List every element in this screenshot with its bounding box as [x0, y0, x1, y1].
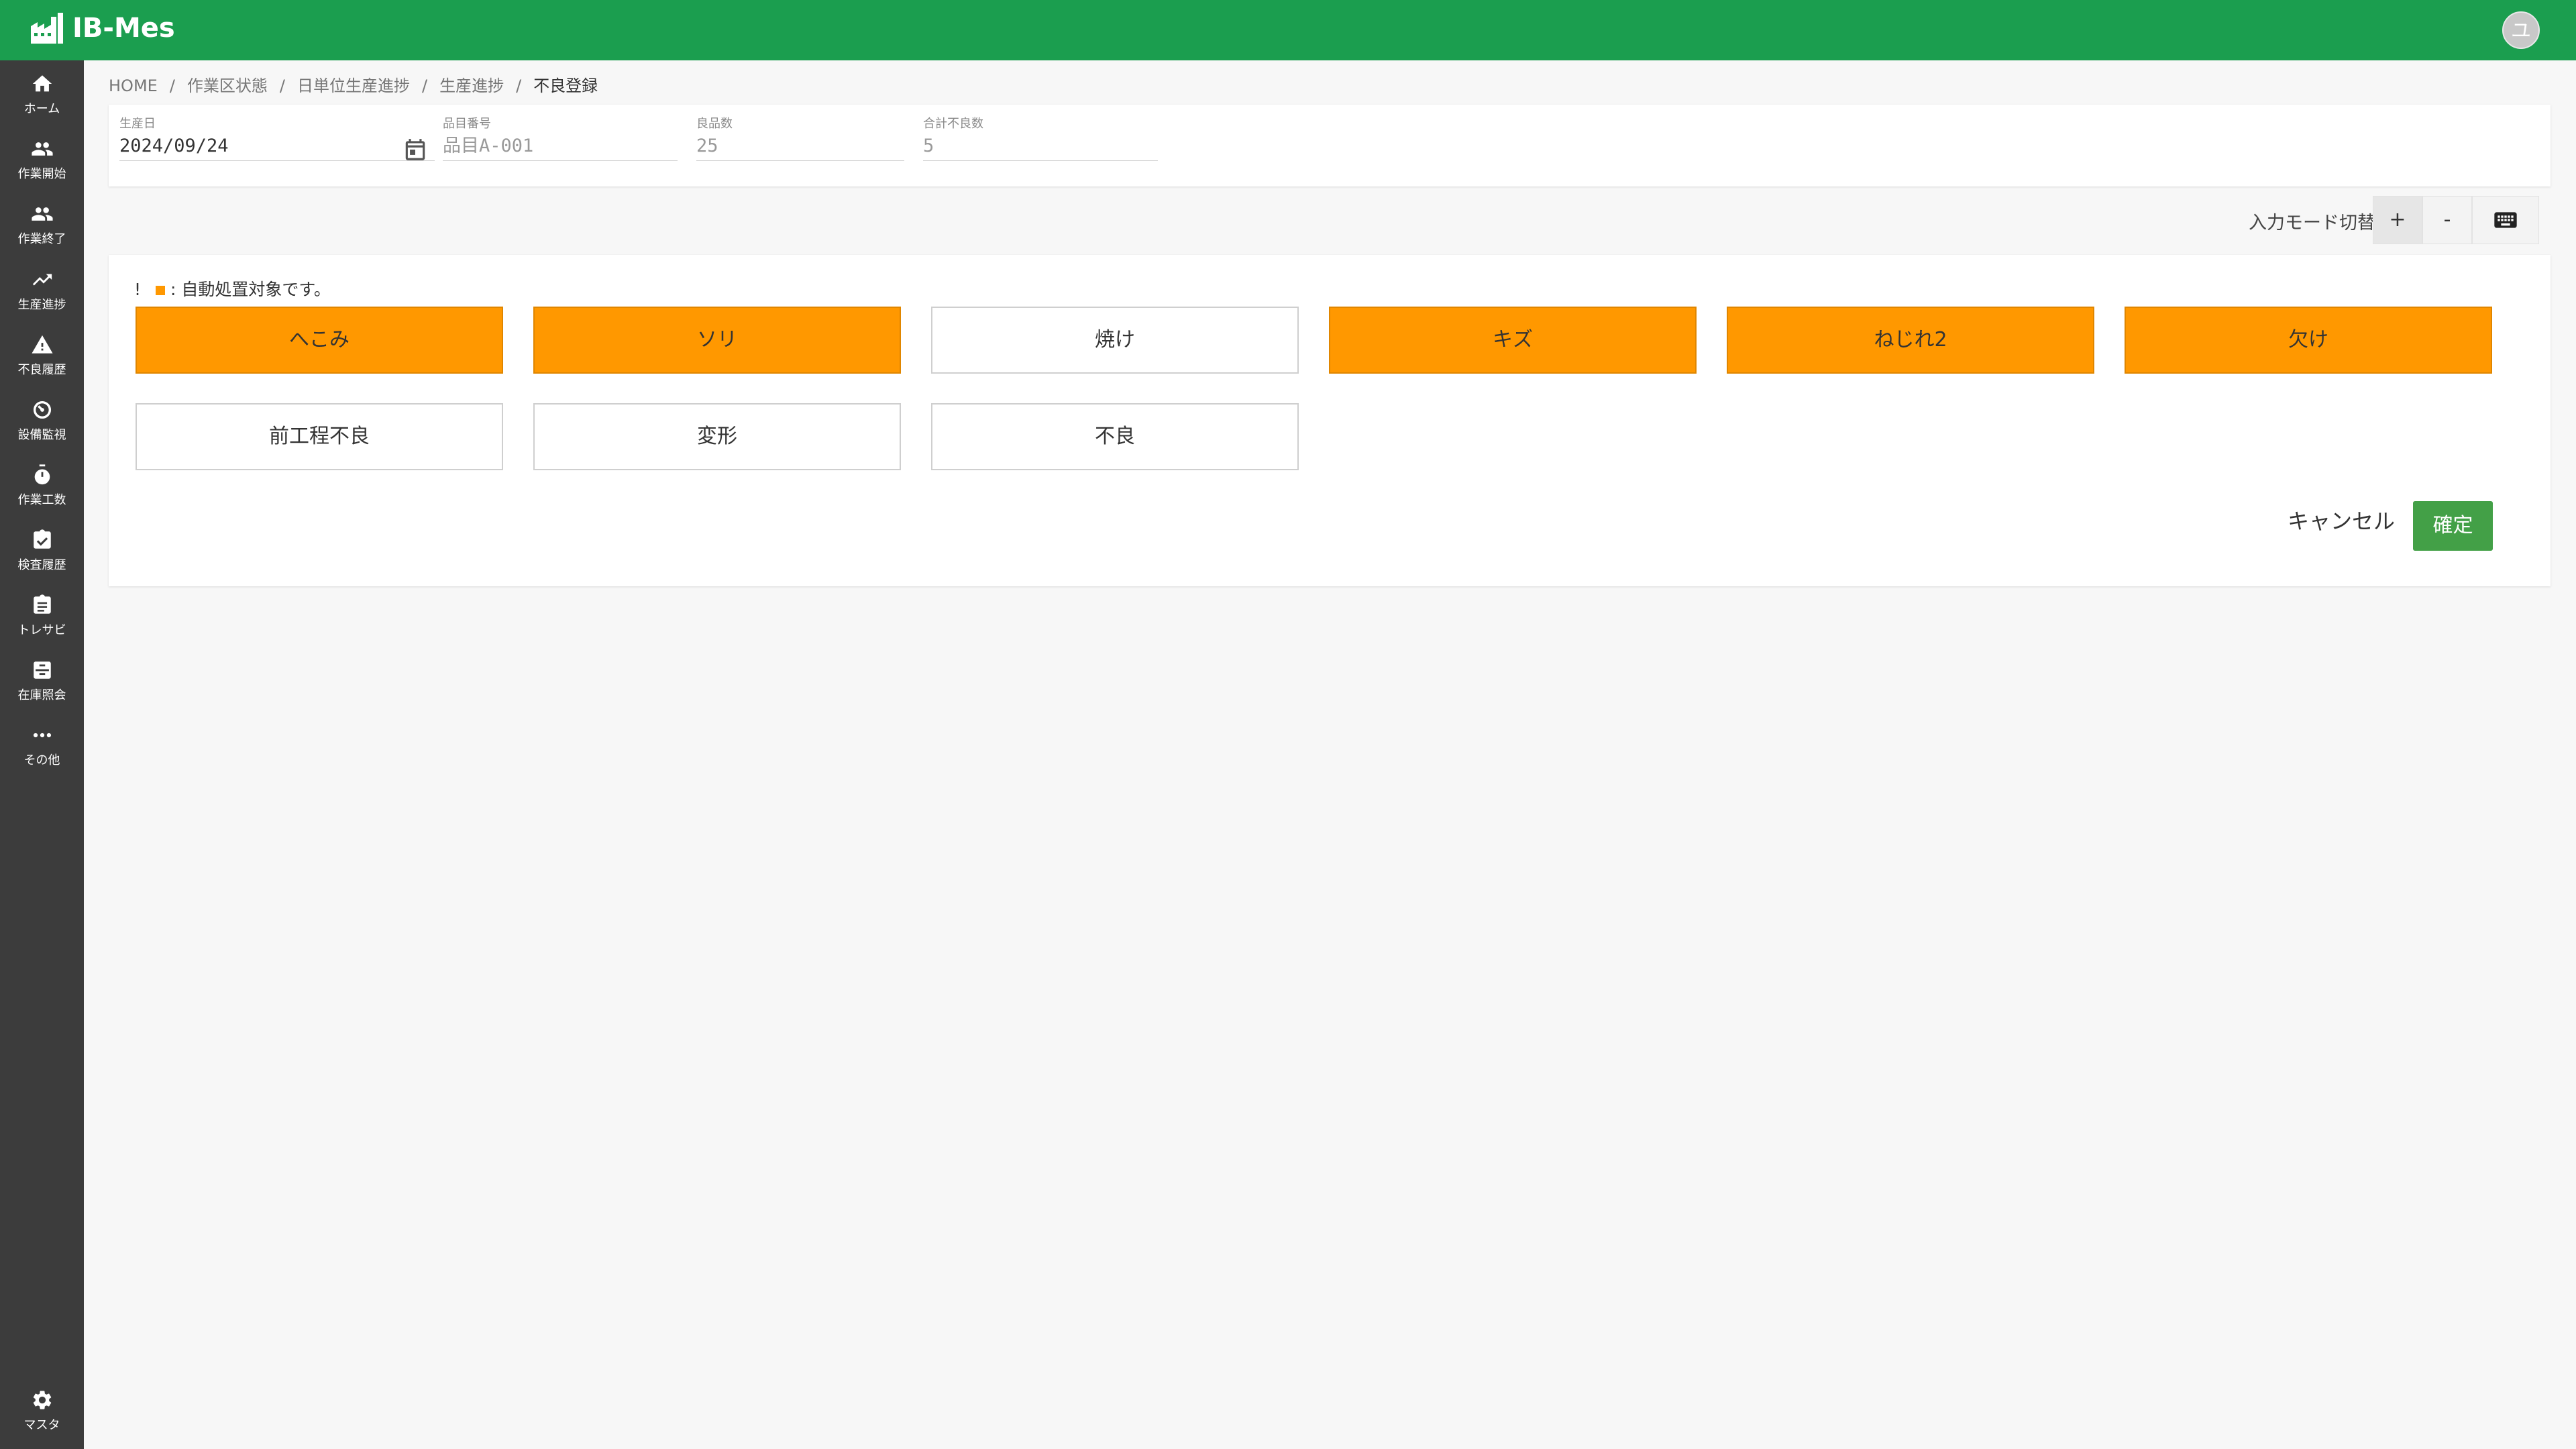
breadcrumb-link-daily-progress[interactable]: 日単位生産進捗: [297, 76, 410, 95]
sidebar-item-label: 設備監視: [17, 428, 66, 442]
production-date-field[interactable]: 生産日 2024/09/24: [119, 114, 435, 161]
sidebar-item-label: 在庫照会: [17, 688, 66, 702]
sidebar-item-inspection-history[interactable]: 検査履歴: [0, 522, 84, 582]
sidebar-item-inventory[interactable]: 在庫照会: [0, 652, 84, 712]
defect-button-burn[interactable]: 焼け: [931, 307, 1299, 374]
sidebar-item-label: 作業終了: [17, 232, 66, 246]
sidebar-item-traceability[interactable]: トレサビ: [0, 587, 84, 647]
keyboard-icon: [2494, 212, 2517, 228]
app-title[interactable]: IB-Mes: [72, 9, 175, 47]
breadcrumb-link-work-area[interactable]: 作業区状態: [187, 76, 268, 95]
good-count-value: 25: [696, 131, 904, 161]
more-icon: [33, 733, 51, 738]
sidebar-item-production-progress[interactable]: 生産進捗: [0, 262, 84, 322]
home-icon: [32, 75, 52, 92]
sidebar-item-label: 検査履歴: [17, 558, 66, 572]
sidebar-item-label: マスタ: [23, 1418, 60, 1432]
sidebar-item-label: 作業開始: [17, 167, 66, 181]
sidebar-item-work-start[interactable]: 作業開始: [0, 131, 84, 191]
production-date-label: 生産日: [119, 117, 156, 131]
calendar-icon[interactable]: [402, 137, 428, 162]
defect-button-deformation[interactable]: 変形: [533, 403, 901, 470]
trending-up-icon: [32, 274, 52, 286]
good-count-field: 良品数 25: [696, 114, 904, 161]
people-icon: [31, 207, 53, 221]
item-code-label: 品目番号: [443, 117, 491, 131]
breadcrumb-link-production-progress[interactable]: 生産進捗: [439, 76, 504, 95]
sidebar-item-label: 作業工数: [17, 493, 66, 507]
defect-button-twist2[interactable]: ねじれ2: [1727, 307, 2094, 374]
sidebar-item-label: 不良履歴: [17, 363, 66, 377]
sidebar-item-work-end[interactable]: 作業終了: [0, 196, 84, 256]
sidebar-item-master[interactable]: マスタ: [0, 1382, 84, 1442]
sidebar-item-label: ホーム: [23, 102, 60, 116]
input-mode-minus-button[interactable]: -: [2422, 196, 2472, 244]
total-defect-field: 合計不良数 5: [923, 114, 1158, 161]
confirm-button[interactable]: 確定: [2413, 501, 2493, 551]
sidebar-item-other[interactable]: その他: [0, 717, 84, 777]
breadcrumb-current: 不良登録: [533, 76, 598, 95]
notice-text: : 自動処置対象です。: [170, 280, 331, 299]
defect-button-dent[interactable]: へこみ: [136, 307, 503, 374]
notice-exclamation: !: [134, 280, 142, 299]
people-icon: [31, 142, 53, 156]
user-avatar[interactable]: ユ: [2502, 11, 2540, 49]
defect-button-chip[interactable]: 欠け: [2125, 307, 2492, 374]
gauge-icon: [33, 400, 51, 419]
app-header: IB-Mes ユ: [0, 0, 2576, 60]
total-defect-label: 合計不良数: [923, 117, 983, 131]
input-mode-plus-button[interactable]: +: [2373, 196, 2422, 244]
inbox-icon: [33, 661, 51, 679]
stopwatch-icon: [34, 464, 50, 485]
warning-icon: [31, 335, 53, 354]
auto-treatment-notice: ! : 自動処置対象です。: [134, 276, 331, 301]
sidebar: ホーム 作業開始 作業終了 生産進捗 不良履歴 設備監視 作業工数 検査履歴 ト…: [0, 60, 84, 1449]
cancel-button[interactable]: キャンセル: [2288, 504, 2395, 538]
defect-button-previous-process[interactable]: 前工程不良: [136, 403, 503, 470]
sidebar-item-label: その他: [23, 753, 60, 767]
breadcrumb-separator: /: [169, 76, 175, 95]
sidebar-item-label: トレサビ: [17, 623, 66, 637]
production-info-card: 生産日 2024/09/24 品目番号 品目A-001 良品数 25 合計不良数…: [109, 105, 2551, 186]
sidebar-item-equipment-monitor[interactable]: 設備監視: [0, 392, 84, 452]
input-mode-label: 入力モード切替: [2249, 213, 2375, 233]
sidebar-item-work-hours[interactable]: 作業工数: [0, 457, 84, 517]
production-date-value[interactable]: 2024/09/24: [119, 131, 435, 161]
defect-button-scratch[interactable]: キズ: [1329, 307, 1697, 374]
defect-button-defect[interactable]: 不良: [931, 403, 1299, 470]
item-code-field: 品目番号 品目A-001: [443, 114, 678, 161]
factory-logo-icon: [31, 13, 63, 44]
clipboard-check-icon: [33, 529, 51, 549]
breadcrumb: HOME / 作業区状態 / 日単位生産進捗 / 生産進捗 / 不良登録: [109, 72, 598, 96]
auto-target-marker: [156, 286, 166, 295]
item-code-value: 品目A-001: [443, 131, 678, 161]
clipboard-icon: [33, 594, 51, 614]
breadcrumb-link-home[interactable]: HOME: [109, 76, 158, 95]
breadcrumb-separator: /: [279, 76, 285, 95]
total-defect-value: 5: [923, 131, 1158, 161]
good-count-label: 良品数: [696, 117, 733, 131]
breadcrumb-separator: /: [516, 76, 522, 95]
breadcrumb-separator: /: [422, 76, 428, 95]
sidebar-item-defect-history[interactable]: 不良履歴: [0, 327, 84, 387]
sidebar-item-label: 生産進捗: [17, 298, 66, 312]
sidebar-item-home[interactable]: ホーム: [0, 66, 84, 126]
gear-icon: [33, 1391, 51, 1409]
defect-button-warp[interactable]: ソリ: [533, 307, 901, 374]
input-mode-keyboard-button[interactable]: [2472, 196, 2539, 244]
